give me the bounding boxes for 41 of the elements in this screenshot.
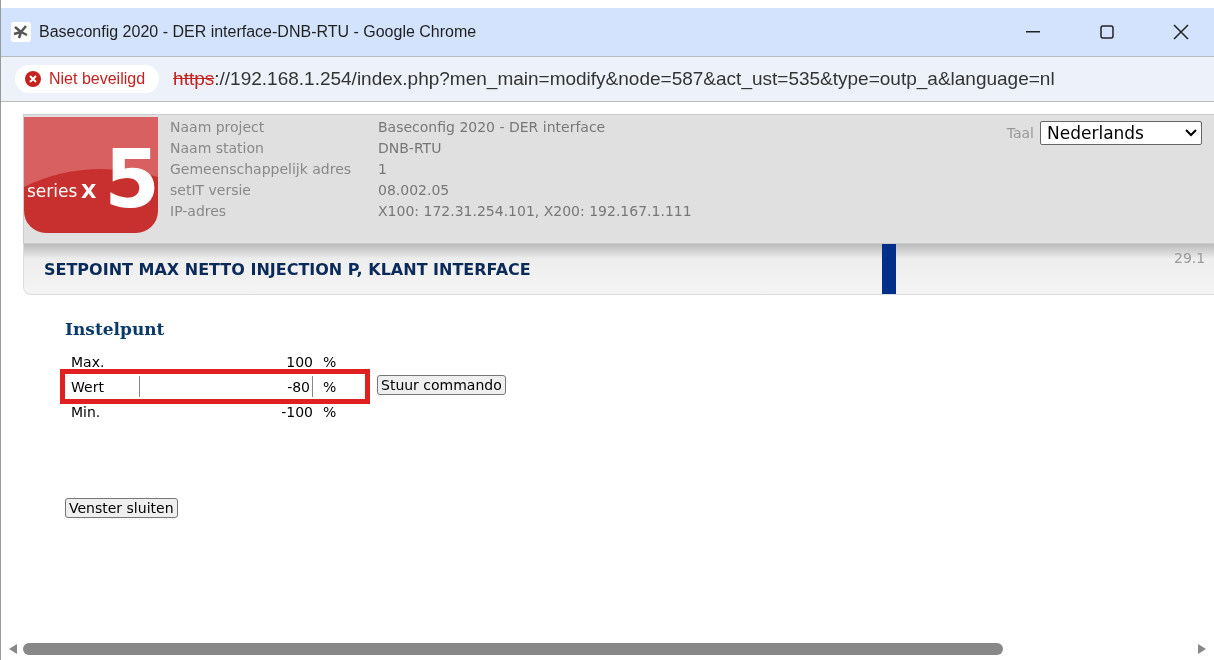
- info-value: DNB-RTU: [378, 139, 443, 158]
- info-label: setIT versie: [170, 181, 252, 200]
- series-logo: series X 5: [24, 117, 158, 235]
- scrollbar-thumb[interactable]: [23, 643, 1003, 655]
- url-text[interactable]: https://192.168.1.254/index.php?men_main=modify&node=587&act_ust=535&type=outp_a&language=nl: [173, 68, 1055, 90]
- chevron-down-icon: [1185, 129, 1197, 137]
- info-value: X100: 172.31.254.101, X200: 192.167.1.111: [378, 202, 692, 221]
- info-value: 08.002.05: [378, 181, 451, 200]
- value-text: 100: [285, 353, 313, 370]
- send-command-button[interactable]: Stuur commando: [377, 375, 506, 395]
- field-label: Min.: [70, 403, 102, 420]
- window-title: Baseconfig 2020 - DER interface-DNB-RTU - Google Chrome: [39, 23, 478, 41]
- unit-text: %: [323, 353, 337, 370]
- unit-text: %: [323, 378, 337, 395]
- maximize-icon: [1100, 25, 1114, 39]
- info-value: 1: [378, 160, 388, 179]
- field-label: Max.: [70, 353, 106, 370]
- section-title: Instelpunt: [65, 319, 166, 339]
- language-select[interactable]: Nederlands: [1040, 121, 1202, 145]
- value-text: -100: [280, 403, 313, 420]
- field-label: Wert: [70, 378, 105, 395]
- value-input[interactable]: -80: [139, 376, 313, 397]
- info-label: Gemeenschappelijk adres: [170, 160, 353, 179]
- accent-bar: [882, 244, 896, 294]
- app-icon: [11, 22, 31, 42]
- unit-text: %: [323, 403, 337, 420]
- date-text: 29.1: [1174, 250, 1206, 266]
- info-label: Naam station: [170, 139, 265, 158]
- minimize-icon: [1026, 31, 1040, 33]
- security-chip[interactable]: Niet beveiligd: [15, 65, 160, 93]
- close-window-button[interactable]: Venster sluiten: [65, 498, 178, 518]
- close-icon: [1173, 24, 1189, 40]
- info-value: Baseconfig 2020 - DER interface: [378, 118, 607, 137]
- warning-icon: [25, 71, 41, 87]
- scroll-left-icon[interactable]: [9, 644, 17, 654]
- horizontal-scrollbar[interactable]: [9, 642, 1206, 656]
- scroll-right-icon[interactable]: [1198, 644, 1206, 654]
- page-title: SETPOINT MAX NETTO INJECTION P, KLANT INTERFACE: [44, 259, 532, 279]
- info-label: IP-adres: [170, 202, 228, 221]
- info-label: Naam project: [170, 118, 266, 137]
- language-label: Taal: [1006, 125, 1034, 141]
